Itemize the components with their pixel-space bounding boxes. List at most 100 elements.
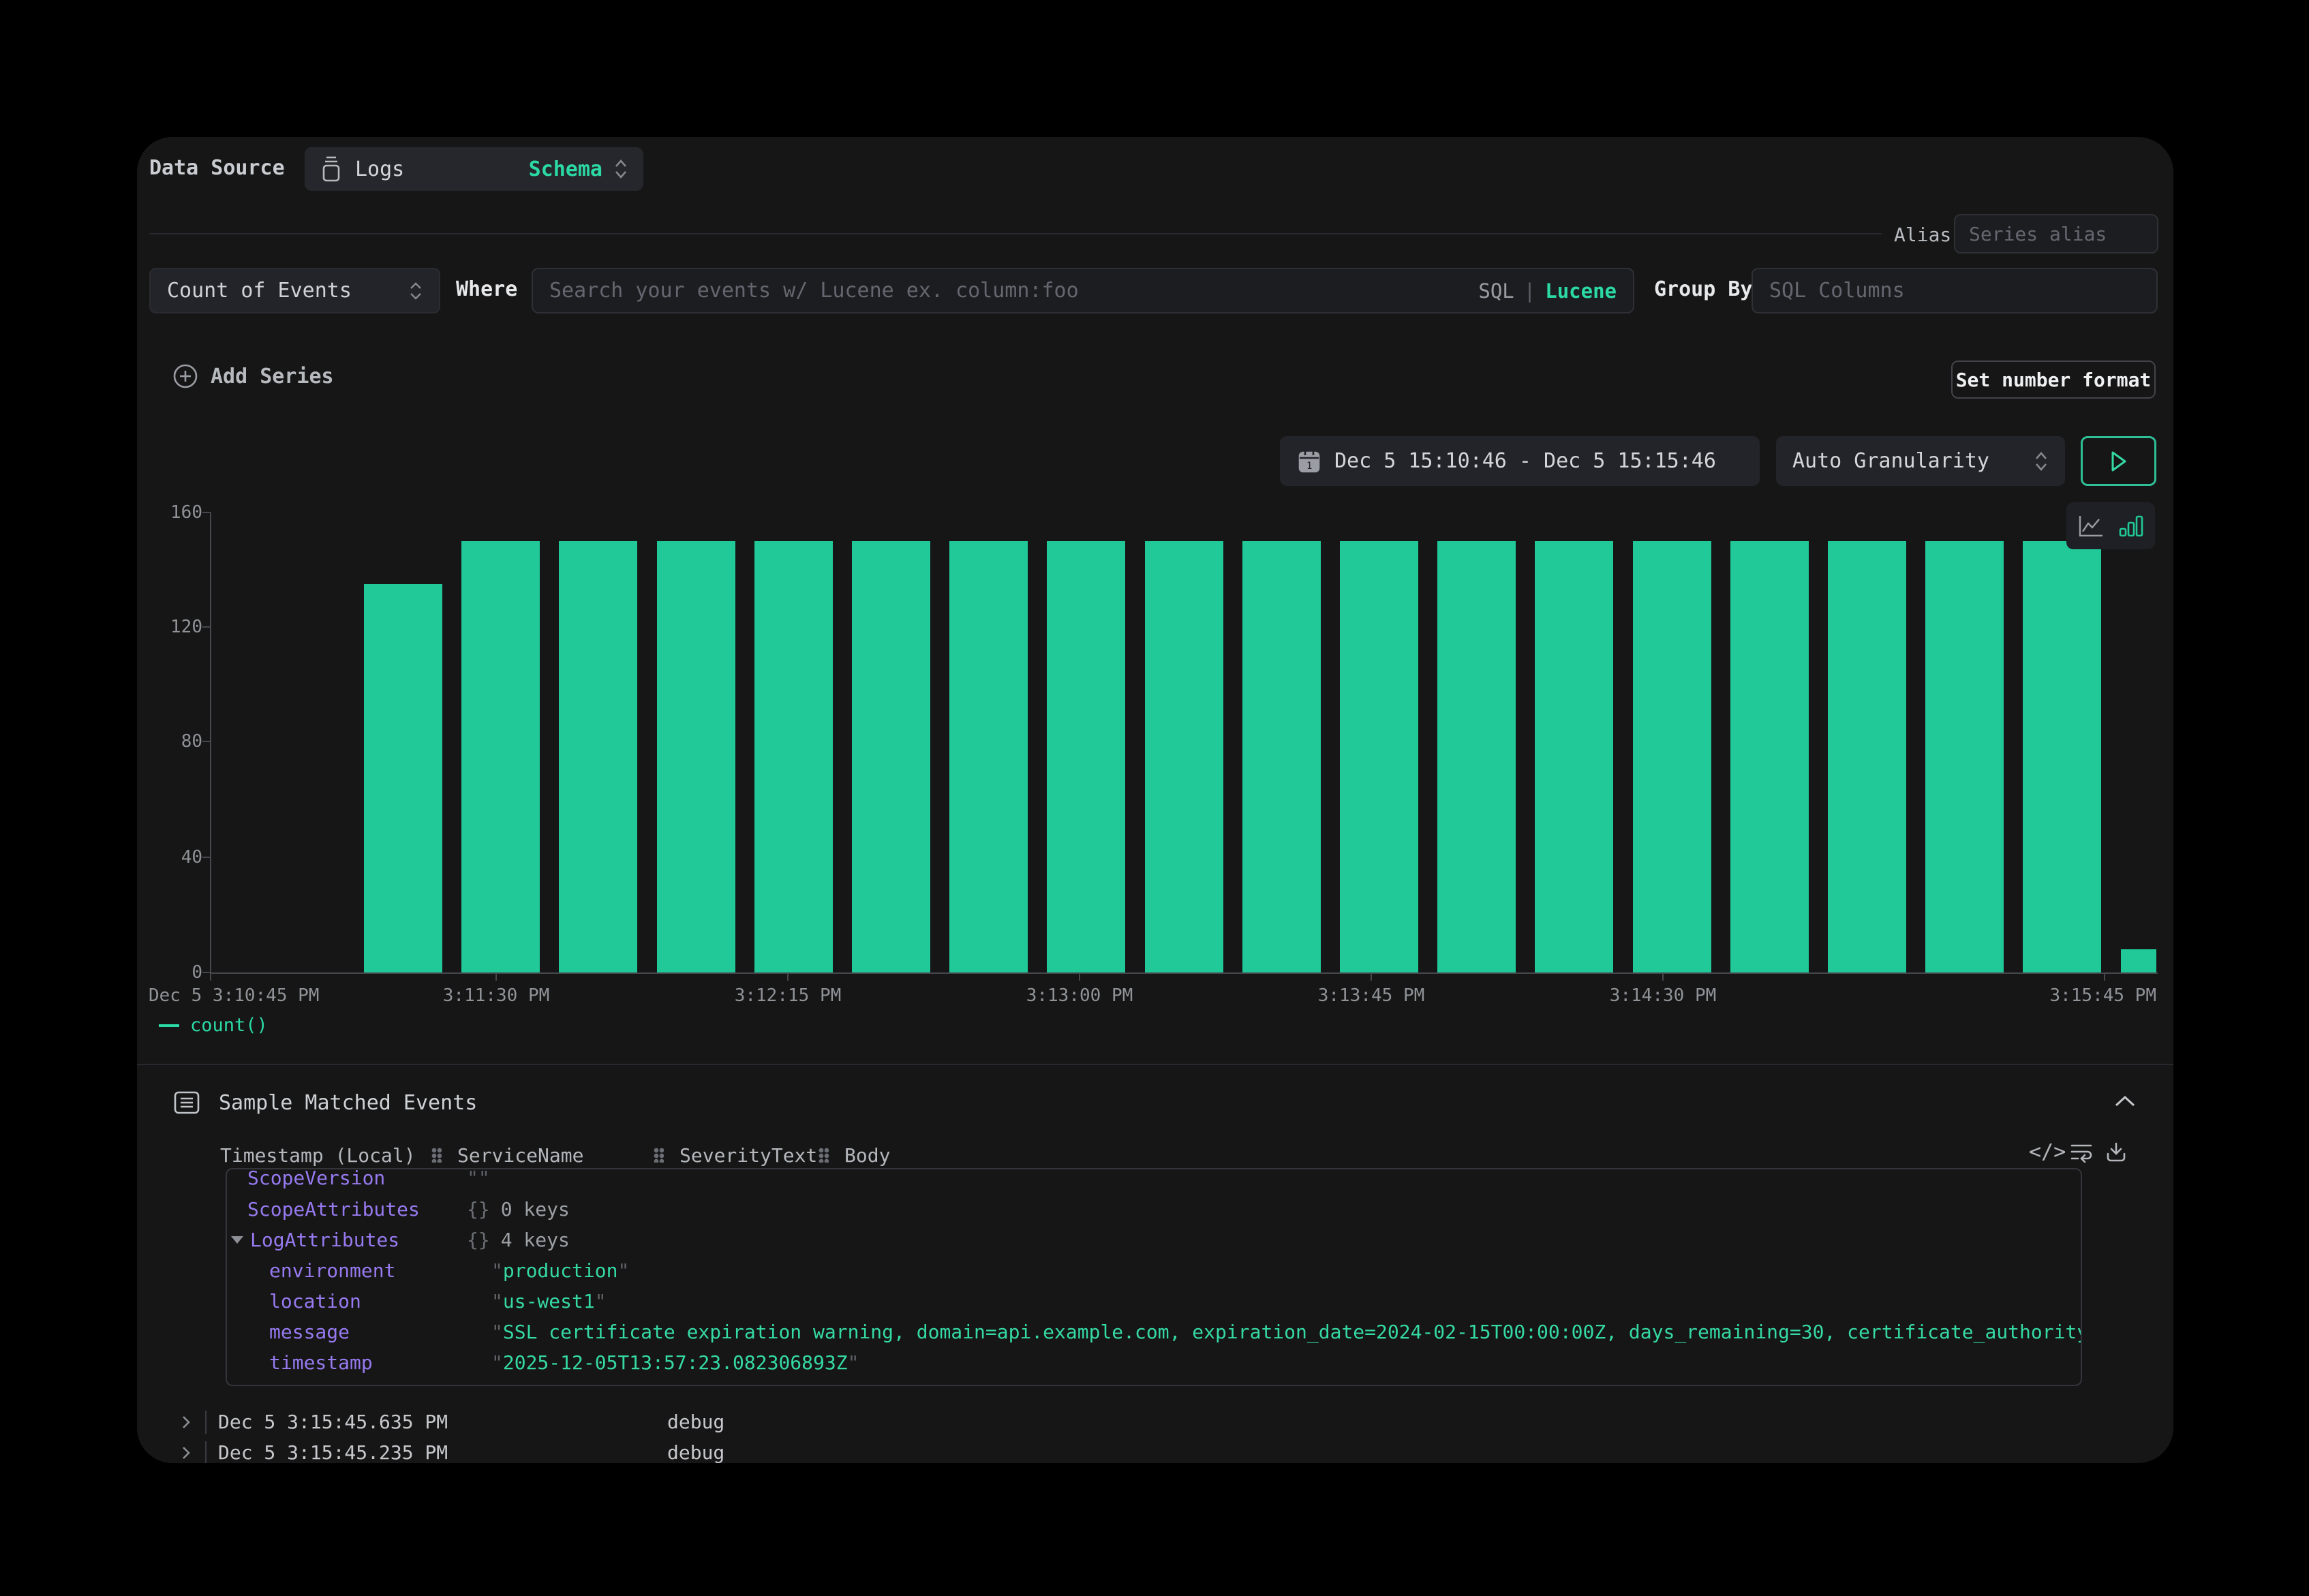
chevron-updown-icon <box>2034 450 2049 473</box>
list-icon <box>172 1088 201 1117</box>
x-tick-label: 3:14:30 PM <box>1610 985 1717 1006</box>
row-divider-bar <box>205 1441 207 1463</box>
chevron-updown-icon <box>409 281 423 301</box>
bar <box>1925 541 2004 972</box>
legend-swatch <box>159 1024 179 1027</box>
lucene-option[interactable]: Lucene <box>1545 279 1617 303</box>
drag-grip-icon[interactable] <box>431 1148 442 1163</box>
bar <box>852 541 930 972</box>
event-severity: debug <box>667 1407 724 1437</box>
data-source-select[interactable]: Logs Schema <box>305 147 643 191</box>
schema-link[interactable]: Schema <box>529 157 602 181</box>
group-by-input[interactable]: SQL Columns <box>1752 268 2158 313</box>
column-header-servicename[interactable]: ServiceName <box>457 1144 583 1167</box>
x-tick <box>495 974 497 981</box>
plus-circle-icon <box>172 363 198 389</box>
json-value: production <box>491 1255 629 1286</box>
x-tick-label: Dec 5 3:10:45 PM <box>149 985 319 1006</box>
download-icon[interactable] <box>2105 1141 2127 1163</box>
language-separator: | <box>1524 279 1535 303</box>
play-icon <box>2109 450 2128 473</box>
json-key[interactable]: ScopeVersion <box>247 1168 385 1193</box>
json-key[interactable]: location <box>269 1286 361 1317</box>
query-language-toggle[interactable]: SQL | Lucene <box>1478 279 1617 303</box>
where-label: Where <box>456 277 517 301</box>
query-builder-window: Data Source Logs Schema Alias Series ali… <box>137 137 2173 1463</box>
x-tick <box>787 974 789 981</box>
drag-grip-icon[interactable] <box>819 1148 829 1163</box>
json-key[interactable]: ScopeAttributes <box>247 1194 420 1225</box>
event-row[interactable]: Dec 5 3:15:45.235 PM debug <box>137 1437 2173 1463</box>
column-header-body[interactable]: Body <box>844 1144 890 1167</box>
column-header-timestamp[interactable]: Timestamp (Local) <box>220 1144 416 1167</box>
json-value <box>467 1168 490 1193</box>
json-key[interactable]: LogAttributes <box>250 1225 399 1255</box>
time-range-picker[interactable]: 1 Dec 5 15:10:46 - Dec 5 15:15:46 <box>1280 436 1760 486</box>
json-field-row: message SSL certificate expiration warni… <box>227 1317 2081 1347</box>
bar <box>1535 541 1613 972</box>
alias-placeholder: Series alias <box>1969 223 2107 245</box>
set-number-format-button[interactable]: Set number format <box>1951 360 2156 399</box>
line-chart-icon[interactable] <box>2078 515 2104 538</box>
code-view-icon[interactable]: </> <box>2029 1140 2066 1164</box>
json-key[interactable]: message <box>269 1317 350 1347</box>
x-tick <box>210 974 211 981</box>
wrap-text-icon[interactable] <box>2070 1143 2093 1163</box>
row-divider-bar <box>205 1411 207 1434</box>
x-tick-label: 3:11:30 PM <box>443 985 550 1006</box>
run-query-button[interactable] <box>2081 436 2156 486</box>
json-value: us-west1 <box>491 1286 607 1317</box>
x-tick-label: 3:15:45 PM <box>2049 985 2156 1006</box>
event-timestamp: Dec 5 3:15:45.635 PM <box>218 1407 448 1437</box>
chart-type-toggle <box>2066 502 2155 549</box>
y-tick-label: 80 <box>151 731 202 752</box>
search-input[interactable]: Search your events w/ Lucene ex. column:… <box>532 268 1634 313</box>
event-row[interactable]: Dec 5 3:15:45.635 PM debug <box>137 1407 2173 1437</box>
granularity-value: Auto Granularity <box>1792 449 1989 473</box>
sql-option[interactable]: SQL <box>1478 279 1514 303</box>
granularity-select[interactable]: Auto Granularity <box>1776 436 2065 486</box>
bar-plot <box>211 512 2156 972</box>
column-header-severitytext[interactable]: SeverityText <box>679 1144 817 1167</box>
alias-input[interactable]: Series alias <box>1954 214 2158 254</box>
expand-chevron-icon[interactable] <box>181 1445 192 1461</box>
json-object-summary: {}4 keys <box>467 1225 570 1255</box>
events-panel-title: Sample Matched Events <box>219 1091 477 1115</box>
json-field-row: timestamp 2025-12-05T13:57:23.082306893Z <box>227 1347 2081 1378</box>
expander-triangle-icon[interactable] <box>231 1236 243 1244</box>
svg-text:1: 1 <box>1306 461 1312 472</box>
json-key[interactable]: timestamp <box>269 1347 373 1378</box>
bar <box>657 541 735 972</box>
bar <box>1242 541 1321 972</box>
bar <box>2023 541 2101 972</box>
bar-chart-icon[interactable] <box>2119 514 2143 538</box>
section-divider <box>137 1064 2173 1065</box>
collapse-chevron-icon[interactable] <box>2112 1094 2138 1109</box>
aggregation-value: Count of Events <box>167 279 352 303</box>
y-tick-label: 120 <box>151 617 202 637</box>
bar <box>461 541 540 972</box>
data-source-value: Logs <box>355 157 404 181</box>
x-tick-label: 3:12:15 PM <box>735 985 842 1006</box>
json-value: SSL certificate expiration warning, doma… <box>491 1317 2082 1347</box>
set-number-format-label: Set number format <box>1956 369 2152 391</box>
drag-grip-icon[interactable] <box>654 1148 664 1163</box>
bar <box>1828 541 1906 972</box>
add-series-button[interactable]: Add Series <box>172 363 334 389</box>
add-series-label: Add Series <box>211 365 334 388</box>
event-timestamp: Dec 5 3:15:45.235 PM <box>218 1437 448 1463</box>
chevron-updown-icon <box>613 158 628 180</box>
x-tick <box>1662 974 1664 981</box>
bar <box>754 541 833 972</box>
legend-item[interactable]: count() <box>159 1015 268 1036</box>
expand-chevron-icon[interactable] <box>181 1414 192 1430</box>
json-field-row: ScopeVersion <box>227 1168 2081 1193</box>
events-panel-header: Sample Matched Events <box>172 1088 477 1117</box>
x-tick-label: 3:13:45 PM <box>1318 985 1425 1006</box>
alias-divider <box>149 233 1882 234</box>
aggregation-select[interactable]: Count of Events <box>149 268 440 313</box>
group-by-placeholder: SQL Columns <box>1769 279 1905 303</box>
group-by-label: Group By <box>1654 277 1753 301</box>
logs-icon <box>320 155 343 183</box>
json-key[interactable]: environment <box>269 1255 395 1286</box>
